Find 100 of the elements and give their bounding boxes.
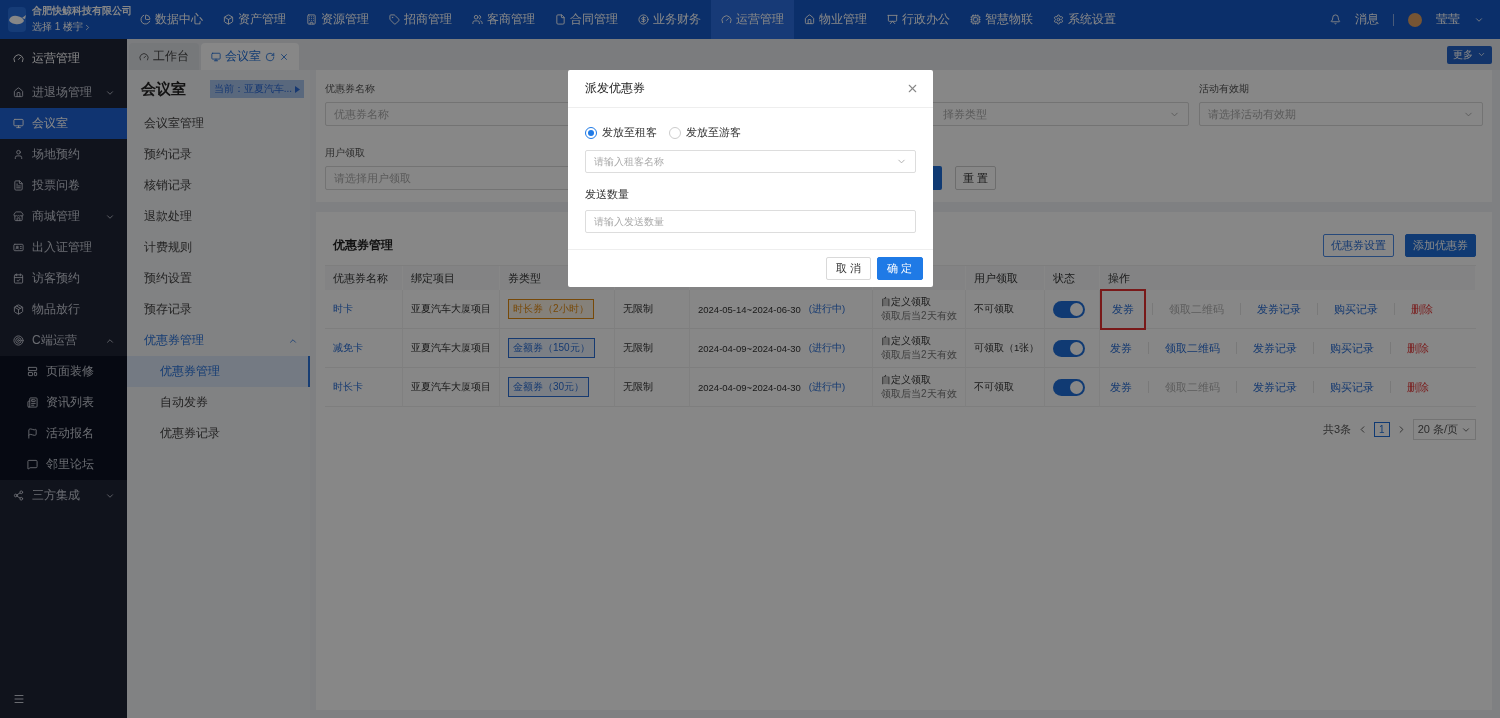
action-link[interactable]: 删除 xyxy=(1397,340,1439,356)
status-text: (进行中) xyxy=(808,302,846,316)
claim-method: 自定义领取 xyxy=(881,295,932,309)
action-link[interactable]: 领取二维码 xyxy=(1155,340,1230,356)
total-count: 共3条 xyxy=(1322,422,1352,437)
table-cell: 亚夏汽车大厦项目 xyxy=(403,368,500,407)
nav-item[interactable]: 合同管理 xyxy=(545,0,628,39)
sidebar-item[interactable]: 场地预约 xyxy=(0,139,127,170)
column-header: 优惠券名称 xyxy=(325,266,403,290)
sidebar-item[interactable]: 会议室 xyxy=(0,108,127,139)
table-cell: 不可领取 xyxy=(966,290,1045,329)
sidebar-item[interactable]: 活动报名 xyxy=(0,418,127,449)
sidebar-item[interactable]: C端运营 xyxy=(0,325,127,356)
sidebar-item[interactable]: 资讯列表 xyxy=(0,387,127,418)
tab[interactable]: 工作台 xyxy=(129,43,199,70)
cancel-button[interactable]: 取 消 xyxy=(826,257,872,280)
sidebar-item[interactable]: 投票问卷 xyxy=(0,170,127,201)
action-link[interactable]: 发券 xyxy=(1100,340,1142,356)
coupon-name-link[interactable]: 减免卡 xyxy=(333,341,363,355)
reset-button[interactable]: 重 置 xyxy=(955,166,997,190)
nav-item[interactable]: 客商管理 xyxy=(462,0,545,39)
sidebar-item[interactable]: 访客预约 xyxy=(0,263,127,294)
submenu-title: 会议室 xyxy=(141,79,186,99)
sidebar-item[interactable]: 商城管理 xyxy=(0,201,127,232)
messages-link[interactable]: 消息 xyxy=(1355,11,1379,28)
section-title: 优惠券管理 xyxy=(331,237,393,254)
column-header: 绑定项目 xyxy=(403,266,500,290)
sidebar-item[interactable]: 出入证管理 xyxy=(0,232,127,263)
sidebar-item[interactable]: 物品放行 xyxy=(0,294,127,325)
coupon-settings-button[interactable]: 优惠券设置 xyxy=(1323,234,1394,257)
table-cell: 可领取（1张） xyxy=(966,329,1045,368)
submenu-item[interactable]: 预存记录 xyxy=(127,294,310,325)
action-link[interactable]: 购买记录 xyxy=(1320,379,1384,395)
coupon-name-link[interactable]: 时卡 xyxy=(333,302,353,316)
sidebar-item[interactable]: 三方集成 xyxy=(0,480,127,511)
action-link[interactable]: 发券记录 xyxy=(1243,340,1307,356)
tab[interactable]: 会议室 xyxy=(201,43,299,70)
coupon-name-link[interactable]: 时长卡 xyxy=(333,380,363,394)
action-link[interactable]: 删除 xyxy=(1401,301,1443,317)
nav-item[interactable]: 资源管理 xyxy=(296,0,379,39)
claim-note: 领取后当2天有效 xyxy=(881,387,958,401)
field-label: 活动有效期 xyxy=(1198,82,1250,96)
submenu-item[interactable]: 核销记录 xyxy=(127,170,310,201)
submenu-item[interactable]: 优惠券管理 xyxy=(127,325,310,356)
nav-item[interactable]: 招商管理 xyxy=(379,0,462,39)
ok-button[interactable]: 确 定 xyxy=(877,257,923,280)
user-name[interactable]: 莹莹 xyxy=(1436,11,1460,28)
table-cell: 亚夏汽车大厦项目 xyxy=(403,290,500,329)
nav-item[interactable]: 系统设置 xyxy=(1043,0,1126,39)
action-link[interactable]: 发券记录 xyxy=(1243,379,1307,395)
submenu-item[interactable]: 优惠券记录 xyxy=(127,418,310,449)
sidebar-item[interactable]: 页面装修 xyxy=(0,356,127,387)
nav-item[interactable]: 资产管理 xyxy=(213,0,296,39)
submenu-item[interactable]: 预约设置 xyxy=(127,263,310,294)
claim-note: 领取后当2天有效 xyxy=(881,309,958,323)
nav-item[interactable]: 运营管理 xyxy=(711,0,794,39)
submenu-item[interactable]: 计费规则 xyxy=(127,232,310,263)
quantity-field[interactable]: 请输入发送数量 xyxy=(584,210,916,233)
action-link[interactable]: 发券 xyxy=(1100,288,1146,330)
submenu-item[interactable]: 退款处理 xyxy=(127,201,310,232)
field-label: 优惠券名称 xyxy=(325,82,376,96)
page-number[interactable]: 1 xyxy=(1374,422,1390,437)
period-text: 2024-04-09~2024-04-30 xyxy=(698,342,801,354)
claim-method: 自定义领取 xyxy=(881,334,932,348)
radio-option[interactable]: 发放至租客 xyxy=(584,125,657,140)
sidebar-item[interactable]: 进退场管理 xyxy=(0,77,127,108)
radio-option[interactable]: 发放至游客 xyxy=(668,125,741,140)
nav-item[interactable]: 物业管理 xyxy=(794,0,877,39)
submenu-item[interactable]: 优惠券管理 xyxy=(127,356,310,387)
claim-method: 自定义领取 xyxy=(881,373,932,387)
field-label: 发送数量 xyxy=(584,187,630,202)
table-cell: 不可领取 xyxy=(966,368,1045,407)
nav-item[interactable]: 数据中心 xyxy=(130,0,213,39)
status-text: (进行中) xyxy=(808,380,846,394)
table-cell: 无限制 xyxy=(615,368,690,407)
add-coupon-button[interactable]: 添加优惠券 xyxy=(1405,234,1476,257)
nav-item[interactable]: 智慧物联 xyxy=(960,0,1043,39)
nav-item[interactable]: 行政办公 xyxy=(877,0,960,39)
action-link[interactable]: 购买记录 xyxy=(1320,340,1384,356)
action-link[interactable]: 删除 xyxy=(1397,379,1439,395)
more-button[interactable]: 更多 xyxy=(1447,45,1492,64)
building-selector[interactable]: 选择 1 楼宇 xyxy=(32,20,132,34)
action-link[interactable]: 购买记录 xyxy=(1324,301,1388,317)
page-size-select[interactable]: 20 条/页 xyxy=(1412,419,1476,440)
dialog-title: 派发优惠券 xyxy=(584,80,645,97)
submenu-item[interactable]: 预约记录 xyxy=(127,139,310,170)
sidebar-item[interactable]: 邻里论坛 xyxy=(0,449,127,480)
period-text: 2024-04-09~2024-04-30 xyxy=(698,381,801,393)
tenant-select[interactable]: 请输入租客名称 xyxy=(584,150,916,173)
sidebar-title: 运营管理 xyxy=(32,49,80,67)
company-name: 合肥快鲸科技有限公司 xyxy=(32,5,132,18)
submenu-item[interactable]: 自动发券 xyxy=(127,387,310,418)
action-link[interactable]: 发券 xyxy=(1100,379,1142,395)
nav-item[interactable]: 业务财务 xyxy=(628,0,711,39)
action-link[interactable]: 发券记录 xyxy=(1247,301,1311,317)
column-header: 状态 xyxy=(1045,266,1100,290)
table-cell: 无限制 xyxy=(615,329,690,368)
table-cell: 无限制 xyxy=(615,290,690,329)
submenu-item[interactable]: 会议室管理 xyxy=(127,108,310,139)
claim-note: 领取后当2天有效 xyxy=(881,348,958,362)
